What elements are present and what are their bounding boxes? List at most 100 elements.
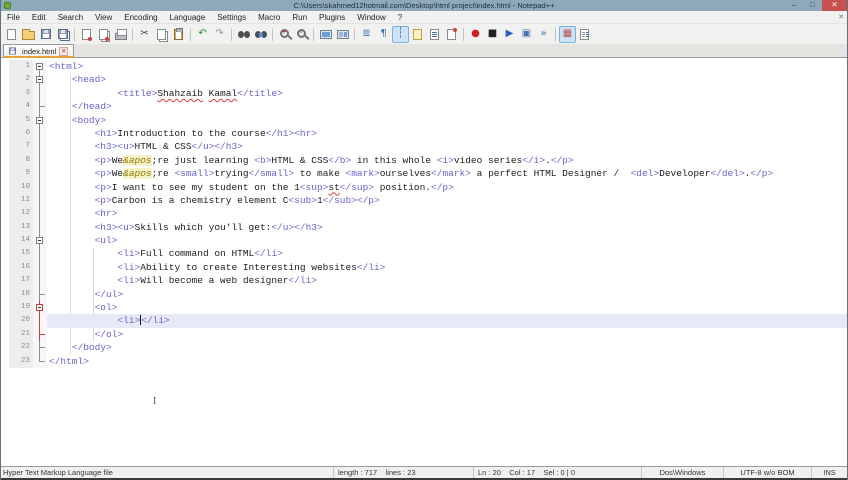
- bookmark-margin[interactable]: [1, 220, 9, 235]
- maximize-button[interactable]: □: [803, 0, 822, 11]
- code-line-3[interactable]: 3 <title>Shahzaib Kamal</title>: [1, 86, 847, 101]
- bookmark-margin[interactable]: [1, 287, 9, 302]
- code-line-12[interactable]: 12 <hr>: [1, 207, 847, 222]
- editor-area[interactable]: 1 <html> 2 <head> 3 <title>Shahzaib Kamal</…: [1, 58, 847, 466]
- menu-item-window[interactable]: Window: [351, 11, 391, 24]
- bookmark-margin[interactable]: [1, 60, 9, 74]
- bookmark-margin[interactable]: [1, 274, 9, 288]
- function-list-icon[interactable]: [426, 26, 443, 43]
- copy-icon[interactable]: [153, 26, 170, 43]
- code-line-2[interactable]: 2 <head>: [1, 73, 847, 88]
- fold-marker[interactable]: [33, 234, 47, 248]
- bookmark-margin[interactable]: [1, 234, 9, 248]
- code-line-23[interactable]: 23 </html>: [1, 354, 847, 368]
- code-line-21[interactable]: 21 </ol>: [1, 327, 847, 342]
- bookmark-margin[interactable]: [1, 247, 9, 261]
- bookmark-margin[interactable]: [1, 73, 9, 87]
- code-line-9[interactable]: 9 <p>We&apos;re <small>trying</small> to…: [1, 167, 847, 181]
- new-file-icon[interactable]: [3, 26, 20, 43]
- code-line-10[interactable]: 10 <p>I want to see my student on the 1<…: [1, 180, 847, 195]
- bookmark-margin[interactable]: [1, 126, 9, 141]
- menu-item-view[interactable]: View: [89, 11, 118, 24]
- bookmark-margin[interactable]: [1, 327, 9, 342]
- fold-marker[interactable]: [33, 60, 47, 74]
- code-line-19[interactable]: 19 <ol>: [1, 301, 847, 315]
- close-all-icon[interactable]: [95, 26, 112, 43]
- menu-item-settings[interactable]: Settings: [211, 11, 252, 24]
- monitoring-icon[interactable]: [443, 26, 460, 43]
- menubar-close-icon[interactable]: ✕: [838, 11, 844, 24]
- multi-paste-icon[interactable]: ▦: [559, 25, 576, 43]
- menu-item-file[interactable]: File: [1, 11, 26, 24]
- bookmark-margin[interactable]: [1, 260, 9, 275]
- minimize-button[interactable]: –: [784, 0, 803, 11]
- show-all-characters-icon[interactable]: ¶: [375, 26, 392, 43]
- tab-index-html[interactable]: index.html ✕: [3, 44, 75, 58]
- fold-marker[interactable]: [33, 73, 47, 88]
- close-button[interactable]: ✕: [822, 0, 847, 11]
- bookmark-margin[interactable]: [1, 140, 9, 154]
- menu-item-edit[interactable]: Edit: [26, 11, 52, 24]
- find-icon[interactable]: [235, 26, 252, 43]
- macro-record-icon[interactable]: ●: [467, 26, 484, 43]
- code-line-18[interactable]: 18 </ul>: [1, 287, 847, 302]
- paste-icon[interactable]: [170, 26, 187, 43]
- cut-icon[interactable]: ✂: [136, 26, 153, 43]
- zoom-in-icon[interactable]: [276, 26, 293, 43]
- macro-stop-icon[interactable]: ■: [484, 26, 501, 43]
- word-wrap-icon[interactable]: ≣: [358, 26, 375, 43]
- menu-item-language[interactable]: Language: [164, 11, 212, 24]
- code-line-8[interactable]: 8 <p>We&apos;re just learning <b>HTML & …: [1, 153, 847, 168]
- close-file-icon[interactable]: [78, 26, 95, 43]
- code-line-14[interactable]: 14 <ul>: [1, 234, 847, 248]
- macro-run-icon[interactable]: »: [535, 26, 552, 43]
- bookmark-margin[interactable]: [1, 354, 9, 368]
- code-line-20[interactable]: 20 <li></li>: [1, 314, 847, 329]
- menu-item-search[interactable]: Search: [52, 11, 89, 24]
- code-line-16[interactable]: 16 <li>Ability to create Interesting web…: [1, 260, 847, 275]
- menu-item-help[interactable]: ?: [392, 11, 408, 24]
- fold-marker[interactable]: [33, 113, 47, 128]
- code-line-15[interactable]: 15 <li>Full command on HTML</li>: [1, 247, 847, 262]
- tab-close-icon[interactable]: ✕: [59, 46, 69, 56]
- sync-horizontal-icon[interactable]: [334, 26, 351, 43]
- bookmark-margin[interactable]: [1, 113, 9, 127]
- doc-map-icon[interactable]: [576, 26, 593, 43]
- macro-save-icon[interactable]: ▣: [518, 26, 535, 43]
- bookmark-margin[interactable]: [1, 167, 9, 181]
- menu-item-macro[interactable]: Macro: [252, 11, 286, 24]
- save-all-icon[interactable]: [54, 26, 71, 43]
- code-line-7[interactable]: 7 <h3><u>HTML & CSS</u></h3>: [1, 140, 847, 155]
- open-file-icon[interactable]: [20, 26, 37, 43]
- show-indent-guide-icon[interactable]: ┆: [392, 25, 409, 43]
- save-icon[interactable]: [37, 26, 54, 43]
- bookmark-margin[interactable]: [1, 86, 9, 101]
- code-line-1[interactable]: 1 <html>: [1, 60, 847, 74]
- code-line-22[interactable]: 22 </body>: [1, 341, 847, 355]
- code-line-11[interactable]: 11 <p>Carbon is a chemistry element C<su…: [1, 193, 847, 208]
- macro-play-icon[interactable]: ▶: [501, 26, 518, 43]
- bookmark-margin[interactable]: [1, 341, 9, 355]
- sync-vertical-icon[interactable]: [317, 26, 334, 43]
- fold-marker[interactable]: [33, 301, 47, 315]
- code-line-4[interactable]: 4 </head>: [1, 100, 847, 114]
- undo-icon[interactable]: ↶: [194, 26, 211, 43]
- code-line-13[interactable]: 13 <h3><u>Skills which you'll get:</u></…: [1, 220, 847, 235]
- menu-item-plugins[interactable]: Plugins: [313, 11, 351, 24]
- redo-icon[interactable]: ↷: [211, 26, 228, 43]
- bookmark-margin[interactable]: [1, 314, 9, 328]
- zoom-out-icon[interactable]: [293, 26, 310, 43]
- menu-item-run[interactable]: Run: [286, 11, 313, 24]
- print-icon[interactable]: [112, 26, 129, 43]
- bookmark-margin[interactable]: [1, 153, 9, 168]
- code-line-6[interactable]: 6 <h1>Introduction to the course</h1><hr…: [1, 126, 847, 141]
- code-line-5[interactable]: 5 <body>: [1, 113, 847, 128]
- menu-item-encoding[interactable]: Encoding: [118, 11, 163, 24]
- code-line-17[interactable]: 17 <li>Will become a web designer</li>: [1, 274, 847, 289]
- user-define-dialog-icon[interactable]: [409, 26, 426, 43]
- bookmark-margin[interactable]: [1, 100, 9, 114]
- bookmark-margin[interactable]: [1, 193, 9, 208]
- bookmark-margin[interactable]: [1, 207, 9, 221]
- bookmark-margin[interactable]: [1, 301, 9, 315]
- replace-icon[interactable]: [252, 26, 269, 43]
